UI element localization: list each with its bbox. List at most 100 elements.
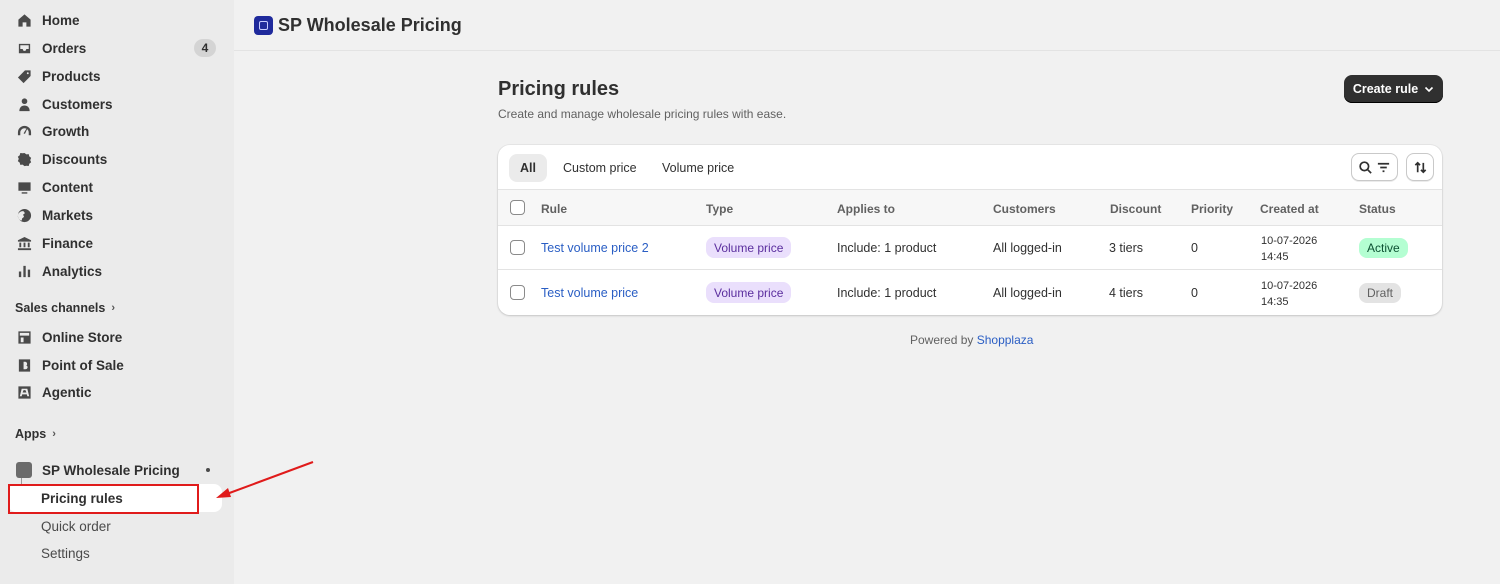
sort-button[interactable] [1406,153,1434,181]
discount-cell: 3 tiers [1109,241,1144,255]
row-checkbox[interactable] [510,285,525,300]
app-logo-icon [254,15,273,35]
nav-online-store[interactable]: Online Store [8,324,220,350]
column-header: Created at [1260,202,1319,216]
status-badge: Active [1359,238,1408,258]
subnav-settings[interactable]: Settings [8,539,222,567]
applies-to-cell: Include: 1 product [837,286,937,300]
applies-to-cell: Include: 1 product [837,241,937,255]
column-header: Status [1359,202,1396,216]
rule-name-link[interactable]: Test volume price [541,286,638,300]
nav-label: Orders [42,40,87,56]
table-row[interactable]: Test volume price 2 Volume price Include… [498,226,1442,270]
nav-label: Finance [42,235,94,251]
tab-custom-price[interactable]: Custom price [552,154,648,182]
discount-cell: 4 tiers [1109,286,1144,300]
tab-all[interactable]: All [509,154,547,182]
orders-icon [16,40,32,56]
nav-markets[interactable]: Markets [8,202,220,228]
bar-chart-icon [16,263,32,279]
priority-cell: 0 [1191,286,1198,300]
nav-label: Content [42,179,93,195]
nav-label: Growth [42,123,90,139]
nav-home[interactable]: Home [8,7,220,33]
nav-point-of-sale[interactable]: Point of Sale [8,352,220,378]
status-badge: Draft [1359,283,1402,303]
home-icon [16,12,32,28]
nav-content[interactable]: Content [8,174,220,200]
app-title: SP Wholesale Pricing [278,14,462,35]
app-icon [16,462,32,478]
store-icon [16,329,32,345]
column-header: Type [706,202,734,216]
content-icon [16,179,32,195]
globe-icon [16,207,32,223]
nav-label: Point of Sale [42,357,124,373]
page-title: Pricing rules [498,78,620,100]
nav-app-sp-wholesale-pricing[interactable]: SP Wholesale Pricing [8,457,220,483]
select-all-checkbox[interactable] [510,200,525,215]
column-header: Customers [993,202,1056,216]
column-header: Priority [1191,202,1234,216]
priority-cell: 0 [1191,241,1198,255]
app-topbar: SP Wholesale Pricing [234,0,1500,51]
tag-icon [16,68,32,84]
type-badge: Volume price [706,282,792,303]
bank-icon [16,235,32,251]
table-header: Rule Type Applies to Customers Discount … [498,189,1442,226]
nav-label: Markets [42,207,94,223]
nav-label: Analytics [42,263,103,279]
sidebar: Home Orders 4 Products Customers Growth … [0,0,234,584]
subnav-pricing-rules[interactable]: Pricing rules [8,484,222,512]
shopplaza-link[interactable]: Shopplaza [977,333,1034,347]
nav-label: Online Store [42,329,123,345]
filter-icon [1377,162,1390,172]
nav-label: SP Wholesale Pricing [42,462,180,478]
chevron-right-icon: › [52,428,56,440]
sales-channels-heading[interactable]: Sales channels › [15,301,115,315]
rules-card: All Custom price Volume price Rule Type … [498,145,1442,315]
orders-count-badge: 4 [194,39,216,57]
created-at-cell: 10-07-2026 14:45 [1261,235,1318,263]
nav-growth[interactable]: Growth [8,118,220,144]
chevron-right-icon: › [111,302,115,314]
agentic-icon [16,384,32,400]
nav-agentic[interactable]: Agentic [8,379,220,405]
search-filter-button[interactable] [1351,153,1398,181]
discount-icon [16,151,32,167]
nav-orders[interactable]: Orders 4 [8,35,220,61]
subnav-quick-order[interactable]: Quick order [8,512,222,540]
column-header: Applies to [837,202,896,216]
nav-label: Home [42,12,80,28]
nav-label: Customers [42,96,113,112]
gauge-icon [16,123,32,139]
nav-finance[interactable]: Finance [8,230,220,256]
tab-volume-price[interactable]: Volume price [651,154,745,182]
column-header: Discount [1110,202,1162,216]
pos-icon [16,357,32,373]
type-badge: Volume price [706,237,792,258]
customers-cell: All logged-in [993,241,1062,255]
nav-products[interactable]: Products [8,63,220,89]
nav-label: Agentic [42,384,92,400]
sort-icon [1414,161,1426,173]
table-row[interactable]: Test volume price Volume price Include: … [498,271,1442,315]
customers-cell: All logged-in [993,286,1062,300]
created-at-cell: 10-07-2026 14:35 [1261,280,1318,308]
nav-discounts[interactable]: Discounts [8,146,220,172]
apps-heading[interactable]: Apps › [15,427,56,441]
nav-analytics[interactable]: Analytics [8,258,220,284]
rule-name-link[interactable]: Test volume price 2 [541,241,649,255]
nav-customers[interactable]: Customers [8,91,220,117]
create-rule-button[interactable]: Create rule [1344,75,1443,103]
powered-by-footer: Powered by Shopplaza [910,333,1034,347]
page-subtitle: Create and manage wholesale pricing rule… [498,107,787,121]
nav-label: Discounts [42,151,108,167]
search-icon [1359,160,1372,174]
row-checkbox[interactable] [510,240,525,255]
more-dot-icon [206,468,210,472]
chevron-down-icon [1425,86,1434,93]
column-header: Rule [541,202,568,216]
nav-label: Products [42,68,101,84]
person-icon [16,96,32,112]
